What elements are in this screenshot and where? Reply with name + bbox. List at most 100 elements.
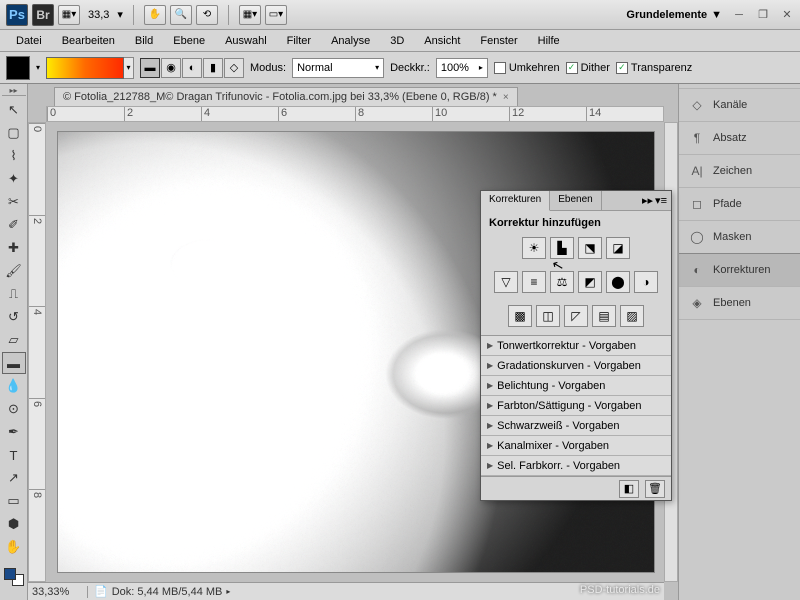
tools-panel: ▸▸ ↖ ▢ ⌇ ✦ ✂ ✐ ✚ 🖌 ⎍ ↺ ▱ ▬ 💧 ⊙ ✒ T ↗ ▭ ⬢…	[0, 84, 28, 600]
blend-mode-select[interactable]: Normal▾	[292, 58, 384, 78]
healing-tool[interactable]: ✚	[2, 237, 26, 259]
crop-tool[interactable]: ✂	[2, 191, 26, 213]
clip-layer-icon[interactable]: ◧	[619, 480, 639, 498]
close-button[interactable]: ✕	[780, 8, 794, 22]
adj-brightness-icon[interactable]: ☀	[522, 237, 546, 259]
tools-expand-icon[interactable]: ▸▸	[2, 86, 26, 96]
marquee-tool[interactable]: ▢	[2, 122, 26, 144]
move-tool[interactable]: ↖	[2, 99, 26, 121]
panel-pfade[interactable]: ◻Pfade	[679, 187, 800, 221]
history-brush-tool[interactable]: ↺	[2, 306, 26, 328]
panel-korrekturen[interactable]: ◐Korrekturen	[679, 253, 800, 287]
menu-ebene[interactable]: Ebene	[163, 32, 215, 50]
menu-hilfe[interactable]: Hilfe	[528, 32, 570, 50]
menu-auswahl[interactable]: Auswahl	[215, 32, 277, 50]
adj-channelmixer-icon[interactable]: ◑	[634, 271, 658, 293]
adj-colorbalance-icon[interactable]: ⚖	[550, 271, 574, 293]
opacity-input[interactable]: 100%▸	[436, 58, 488, 78]
preset-farbton[interactable]: ▶Farbton/Sättigung - Vorgaben	[481, 396, 671, 416]
adj-selectivecolor-icon[interactable]: ▨	[620, 305, 644, 327]
minimize-button[interactable]: ─	[732, 8, 746, 22]
status-bar: 33,33% 📄Dok: 5,44 MB/5,44 MB▸	[28, 582, 664, 600]
panel-kanaele[interactable]: ◇Kanäle	[679, 88, 800, 122]
status-docsize[interactable]: 📄Dok: 5,44 MB/5,44 MB▸	[88, 585, 236, 598]
menu-bild[interactable]: Bild	[125, 32, 163, 50]
gradient-diamond-button[interactable]: ◇	[224, 58, 244, 78]
quick-select-tool[interactable]: ✦	[2, 168, 26, 190]
lasso-tool[interactable]: ⌇	[2, 145, 26, 167]
menu-filter[interactable]: Filter	[277, 32, 321, 50]
adj-threshold-icon[interactable]: ◸	[564, 305, 588, 327]
arrange-documents-button[interactable]: ▦▾	[239, 5, 261, 25]
hand-tool-icon[interactable]: ✋	[144, 5, 166, 25]
eyedropper-tool[interactable]: ✐	[2, 214, 26, 236]
status-zoom[interactable]: 33,33%	[28, 586, 88, 598]
shape-tool[interactable]: ▭	[2, 490, 26, 512]
panel-zeichen[interactable]: A|Zeichen	[679, 154, 800, 188]
adj-curves-icon[interactable]: ⬔	[578, 237, 602, 259]
panel-absatz[interactable]: ¶Absatz	[679, 121, 800, 155]
adj-levels-icon[interactable]: ▙	[550, 237, 574, 259]
preset-gradation[interactable]: ▶Gradationskurven - Vorgaben	[481, 356, 671, 376]
preset-belichtung[interactable]: ▶Belichtung - Vorgaben	[481, 376, 671, 396]
menu-analyse[interactable]: Analyse	[321, 32, 380, 50]
brush-tool[interactable]: 🖌	[2, 260, 26, 282]
pen-tool[interactable]: ✒	[2, 421, 26, 443]
menu-bearbeiten[interactable]: Bearbeiten	[52, 32, 125, 50]
preset-kanalmixer[interactable]: ▶Kanalmixer - Vorgaben	[481, 436, 671, 456]
blur-tool[interactable]: 💧	[2, 375, 26, 397]
trash-icon[interactable]: 🗑	[645, 480, 665, 498]
adj-gradientmap-icon[interactable]: ▤	[592, 305, 616, 327]
workspace-switcher[interactable]: Grundelemente▼	[626, 9, 722, 21]
panel-ebenen[interactable]: ◈Ebenen	[679, 286, 800, 320]
gradient-reflected-button[interactable]: ▮	[203, 58, 223, 78]
zoom-level-display[interactable]: 33,3	[88, 9, 109, 21]
tab-korrekturen[interactable]: Korrekturen	[481, 191, 550, 211]
menu-datei[interactable]: Datei	[6, 32, 52, 50]
gradient-picker-dropdown[interactable]: ▾	[124, 57, 134, 79]
preset-tonwert[interactable]: ▶Tonwertkorrektur - Vorgaben	[481, 336, 671, 356]
dither-checkbox[interactable]: ✓Dither	[566, 62, 610, 74]
close-tab-icon[interactable]: ×	[503, 92, 509, 103]
preset-selfarbkorr[interactable]: ▶Sel. Farbkorr. - Vorgaben	[481, 456, 671, 476]
stamp-tool[interactable]: ⎍	[2, 283, 26, 305]
gradient-angle-button[interactable]: ◐	[182, 58, 202, 78]
adj-exposure-icon[interactable]: ◪	[606, 237, 630, 259]
path-select-tool[interactable]: ↗	[2, 467, 26, 489]
photoshop-logo-icon[interactable]: Ps	[6, 4, 28, 26]
zoom-tool-icon[interactable]: 🔍	[170, 5, 192, 25]
panel-masken[interactable]: ◯Masken	[679, 220, 800, 254]
adj-bw-icon[interactable]: ◩	[578, 271, 602, 293]
adj-invert-icon[interactable]: ▩	[508, 305, 532, 327]
gradient-tool-icon[interactable]	[6, 56, 30, 80]
gradient-tool[interactable]: ▬	[2, 352, 26, 374]
adj-vibrance-icon[interactable]: ▽	[494, 271, 518, 293]
adj-photofilter-icon[interactable]: ⬤	[606, 271, 630, 293]
bridge-logo-icon[interactable]: Br	[32, 4, 54, 26]
screen-mode-button[interactable]: ▭▾	[265, 5, 287, 25]
panel-menu-icon[interactable]: ▾≡	[655, 194, 667, 207]
eraser-tool[interactable]: ▱	[2, 329, 26, 351]
reverse-checkbox[interactable]: Umkehren	[494, 62, 560, 74]
gradient-linear-button[interactable]: ▬	[140, 58, 160, 78]
view-extras-button[interactable]: ▦▾	[58, 5, 80, 25]
type-tool[interactable]: T	[2, 444, 26, 466]
menu-3d[interactable]: 3D	[380, 32, 414, 50]
tab-ebenen[interactable]: Ebenen	[550, 191, 601, 210]
restore-button[interactable]: ❐	[756, 8, 770, 22]
color-swatches[interactable]	[2, 566, 26, 588]
collapse-icon[interactable]: ▸▸	[642, 194, 653, 207]
3d-tool[interactable]: ⬢	[2, 513, 26, 535]
dodge-tool[interactable]: ⊙	[2, 398, 26, 420]
document-tab[interactable]: © Fotolia_212788_M© Dragan Trifunovic - …	[54, 87, 518, 106]
hand-tool[interactable]: ✋	[2, 536, 26, 558]
adj-hue-icon[interactable]: ≡	[522, 271, 546, 293]
gradient-preview[interactable]	[46, 57, 124, 79]
transparency-checkbox[interactable]: ✓Transparenz	[616, 62, 692, 74]
preset-schwarzweiss[interactable]: ▶Schwarzweiß - Vorgaben	[481, 416, 671, 436]
gradient-radial-button[interactable]: ◉	[161, 58, 181, 78]
rotate-view-icon[interactable]: ⟲	[196, 5, 218, 25]
menu-ansicht[interactable]: Ansicht	[414, 32, 470, 50]
adj-posterize-icon[interactable]: ◫	[536, 305, 560, 327]
menu-fenster[interactable]: Fenster	[470, 32, 527, 50]
